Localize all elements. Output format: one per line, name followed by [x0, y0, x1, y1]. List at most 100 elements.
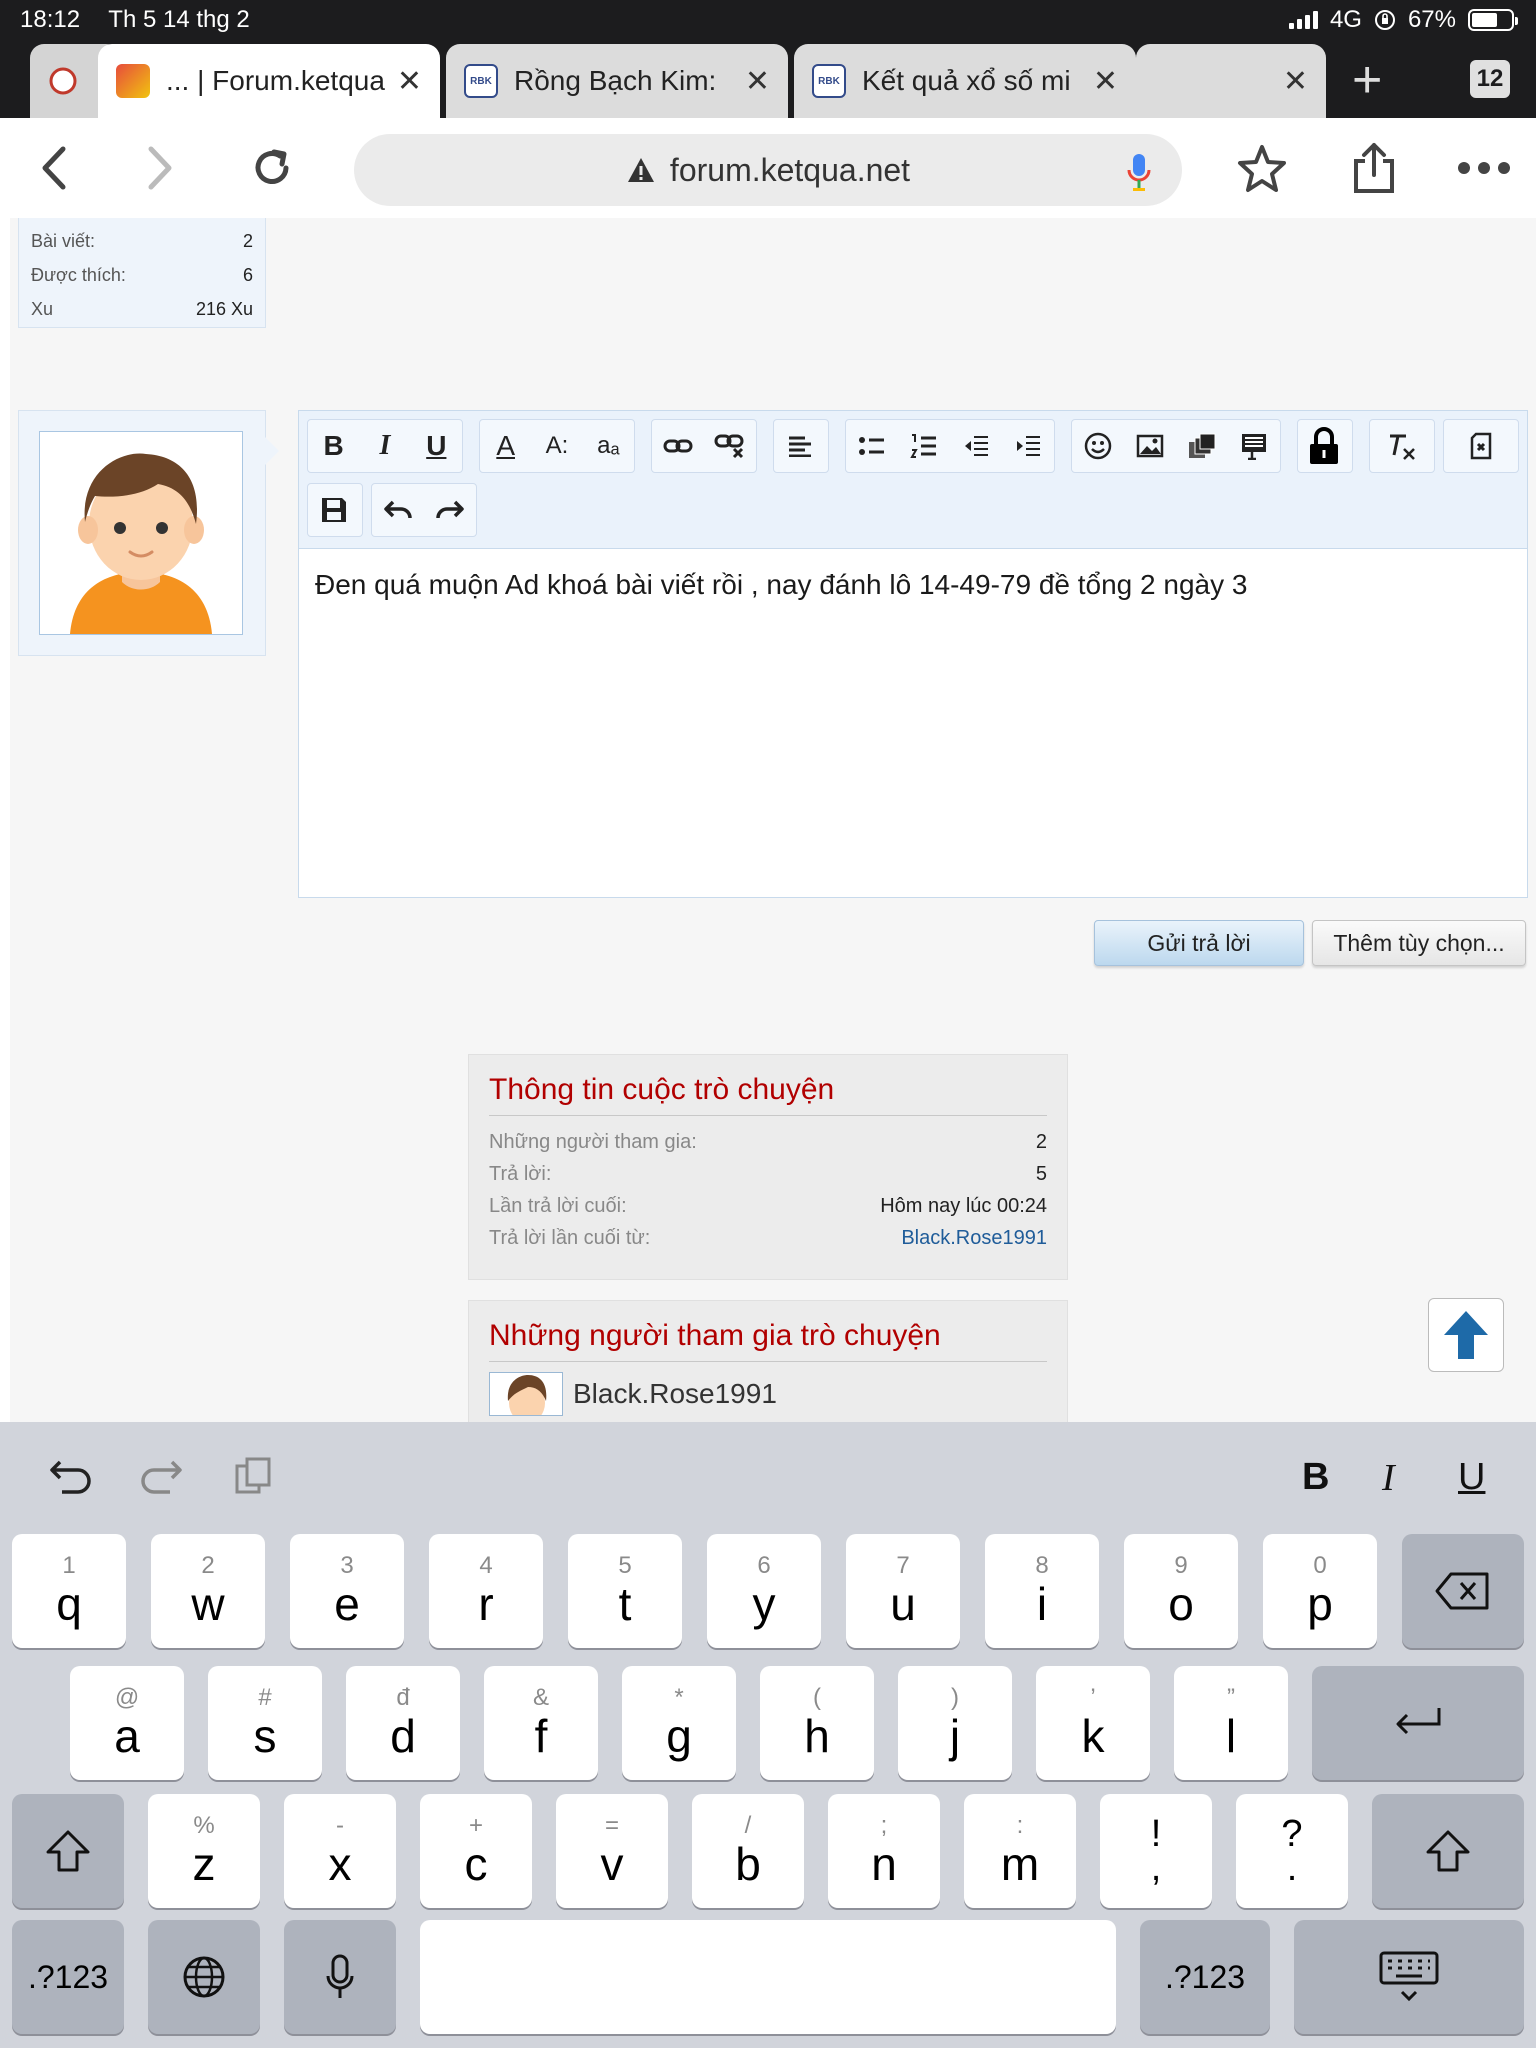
key-n[interactable]: ; n [828, 1794, 940, 1908]
align-button[interactable] [774, 420, 826, 472]
font-family-button[interactable]: aₐ [583, 420, 634, 472]
underline-button[interactable]: U [411, 420, 462, 472]
bullet-list-button[interactable] [846, 420, 898, 472]
key-numbers-left[interactable]: .?123 [12, 1920, 124, 2034]
address-bar[interactable]: forum.ketqua.net [354, 134, 1182, 206]
chevron-right-icon [148, 146, 172, 190]
remove-format-button[interactable] [1370, 420, 1434, 472]
key-return[interactable] [1312, 1666, 1524, 1780]
key-label: t [618, 1578, 632, 1630]
key-k[interactable]: ’ k [1036, 1666, 1150, 1780]
tab-ket-qua[interactable]: RBK Kết quả xổ số mi ✕ [794, 44, 1136, 118]
key-d[interactable]: đd [346, 1666, 460, 1780]
key-s[interactable]: # s [208, 1666, 322, 1780]
microphone-icon[interactable] [1126, 152, 1152, 192]
key-a[interactable]: @ a [70, 1666, 184, 1780]
unlink-button[interactable] [704, 420, 756, 472]
key-comma[interactable]: !, [1100, 1794, 1212, 1908]
indent-button[interactable] [1002, 420, 1054, 472]
key-y[interactable]: 6y [707, 1534, 821, 1648]
key-o[interactable]: 9o [1124, 1534, 1238, 1648]
key-j[interactable]: ) j [898, 1666, 1012, 1780]
key-f[interactable]: & f [484, 1666, 598, 1780]
editor-content[interactable]: Đen quá muộn Ad khoá bài viết rồi , nay … [315, 569, 1247, 601]
outdent-icon [965, 436, 988, 456]
key-shift-right[interactable] [1372, 1794, 1524, 1908]
close-tab-icon[interactable]: ✕ [1283, 64, 1308, 99]
smilie-button[interactable] [1072, 420, 1124, 472]
participant-name[interactable]: Black.Rose1991 [573, 1378, 777, 1410]
media-icon [1189, 433, 1216, 458]
save-draft-button[interactable] [308, 484, 360, 536]
key-z[interactable]: % z [148, 1794, 260, 1908]
last-reply-user-link[interactable]: Black.Rose1991 [901, 1227, 1047, 1250]
lock-button[interactable] [1298, 420, 1350, 472]
key-g[interactable]: * g [622, 1666, 736, 1780]
default-avatar-icon [507, 1375, 547, 1415]
key-p[interactable]: 0p [1263, 1534, 1377, 1648]
tab-rong-bach-kim[interactable]: RBK Rồng Bạch Kim: ✕ [446, 44, 788, 118]
back-button[interactable] [24, 140, 84, 196]
keyboard-italic-button[interactable]: I [1382, 1456, 1395, 1500]
redo-icon[interactable] [138, 1456, 184, 1496]
forward-button[interactable] [130, 140, 190, 196]
more-options-button[interactable]: Thêm tùy chọn... [1312, 920, 1526, 966]
new-tab-button[interactable]: + [1352, 54, 1382, 106]
insert-more-button[interactable] [1228, 420, 1280, 472]
scroll-to-top-button[interactable] [1428, 1298, 1504, 1372]
link-button[interactable] [652, 420, 704, 472]
key-m[interactable]: :m [964, 1794, 1076, 1908]
key-b[interactable]: / b [692, 1794, 804, 1908]
italic-button[interactable]: I [359, 420, 410, 472]
tab-partial[interactable]: ✕ [1136, 44, 1326, 118]
redo-button[interactable] [424, 484, 476, 536]
close-tab-icon[interactable]: ✕ [745, 64, 770, 99]
key-globe[interactable] [148, 1920, 260, 2034]
image-button[interactable] [1124, 420, 1176, 472]
key-x[interactable]: -x [284, 1794, 396, 1908]
key-label: .?123 [1164, 1958, 1246, 1995]
key-v[interactable]: = v [556, 1794, 668, 1908]
numbered-list-button[interactable] [898, 420, 950, 472]
keyboard-bold-button[interactable]: B [1302, 1456, 1329, 1499]
key-space[interactable] [420, 1920, 1116, 2034]
keyboard-dismiss-icon [1379, 1951, 1439, 2002]
key-dismiss-keyboard[interactable] [1294, 1920, 1524, 2034]
key-c[interactable]: + c [420, 1794, 532, 1908]
key-l[interactable]: ” l [1174, 1666, 1288, 1780]
font-color-button[interactable]: A [480, 420, 531, 472]
send-reply-button[interactable]: Gửi trả lời [1094, 920, 1304, 966]
participant-item[interactable]: Black.Rose1991 [489, 1372, 1047, 1416]
key-e[interactable]: 3e [290, 1534, 404, 1648]
close-tab-icon[interactable]: ✕ [397, 64, 422, 99]
tab-count-button[interactable]: 12 [1470, 60, 1510, 98]
undo-icon[interactable] [48, 1456, 94, 1496]
key-dictation[interactable] [284, 1920, 396, 2034]
key-shift-left[interactable] [12, 1794, 124, 1908]
reload-button[interactable] [242, 140, 302, 196]
key-u[interactable]: 7u [846, 1534, 960, 1648]
key-numbers-right[interactable]: .?123 [1140, 1920, 1270, 2034]
font-size-button[interactable]: A: [531, 420, 582, 472]
outdent-button[interactable] [950, 420, 1002, 472]
avatar[interactable] [39, 431, 243, 635]
keyboard-underline-button[interactable]: U [1458, 1456, 1485, 1499]
close-tab-icon[interactable]: ✕ [1093, 64, 1118, 99]
paste-icon[interactable] [234, 1456, 274, 1496]
key-w[interactable]: 2w [151, 1534, 265, 1648]
key-r[interactable]: 4r [429, 1534, 543, 1648]
toggle-source-button[interactable] [1444, 420, 1518, 472]
menu-button[interactable] [1454, 140, 1514, 196]
key-q[interactable]: 1q [12, 1534, 126, 1648]
key-backspace[interactable] [1402, 1534, 1524, 1648]
bookmark-button[interactable] [1232, 140, 1292, 196]
key-i[interactable]: 8i [985, 1534, 1099, 1648]
undo-button[interactable] [372, 484, 424, 536]
key-h[interactable]: (h [760, 1666, 874, 1780]
tab-forum[interactable]: ... | Forum.ketqua ✕ [98, 44, 440, 118]
media-button[interactable] [1176, 420, 1228, 472]
bold-button[interactable]: B [308, 420, 359, 472]
share-button[interactable] [1344, 140, 1404, 196]
key-period[interactable]: ?. [1236, 1794, 1348, 1908]
key-t[interactable]: 5t [568, 1534, 682, 1648]
